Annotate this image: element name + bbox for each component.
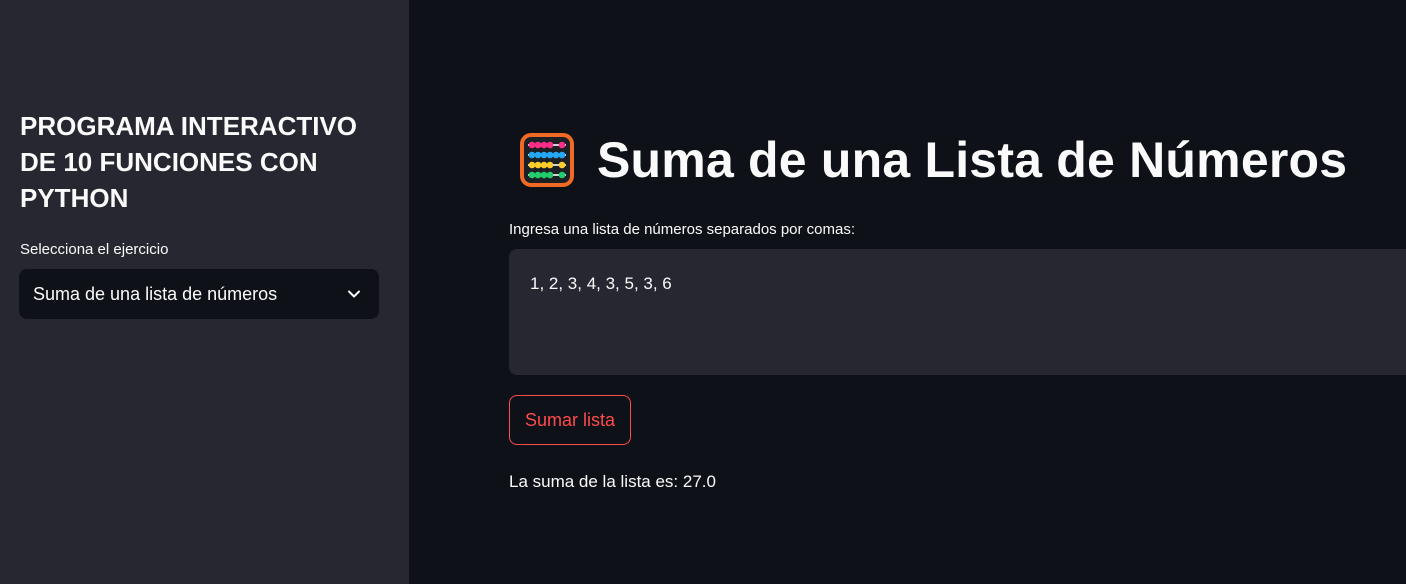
app-window: PROGRAMA INTERACTIVO DE 10 FUNCIONES CON… bbox=[0, 0, 1406, 584]
exercise-select-value: Suma de una lista de números bbox=[33, 284, 278, 304]
exercise-select[interactable]: Suma de una lista de números bbox=[19, 269, 379, 319]
sidebar-title: PROGRAMA INTERACTIVO DE 10 FUNCIONES CON… bbox=[20, 111, 358, 213]
main-content: Suma de una Lista de Números Ingresa una… bbox=[409, 0, 1406, 584]
number-list-input[interactable]: 1, 2, 3, 4, 3, 5, 3, 6 bbox=[509, 249, 1406, 375]
number-list-input-value: 1, 2, 3, 4, 3, 5, 3, 6 bbox=[530, 274, 672, 293]
sidebar: PROGRAMA INTERACTIVO DE 10 FUNCIONES CON… bbox=[0, 0, 409, 584]
page-title: Suma de una Lista de Números bbox=[597, 132, 1348, 188]
sum-result-text: La suma de la lista es: 27.0 bbox=[509, 472, 716, 491]
sum-list-button[interactable]: Sumar lista bbox=[509, 395, 632, 445]
page-header: Suma de una Lista de Números bbox=[519, 130, 1347, 190]
abacus-icon bbox=[520, 133, 574, 187]
exercise-select-label: Selecciona el ejercicio bbox=[20, 241, 169, 258]
chevron-down-icon bbox=[348, 290, 360, 298]
number-list-label: Ingresa una lista de números separados p… bbox=[509, 221, 856, 238]
